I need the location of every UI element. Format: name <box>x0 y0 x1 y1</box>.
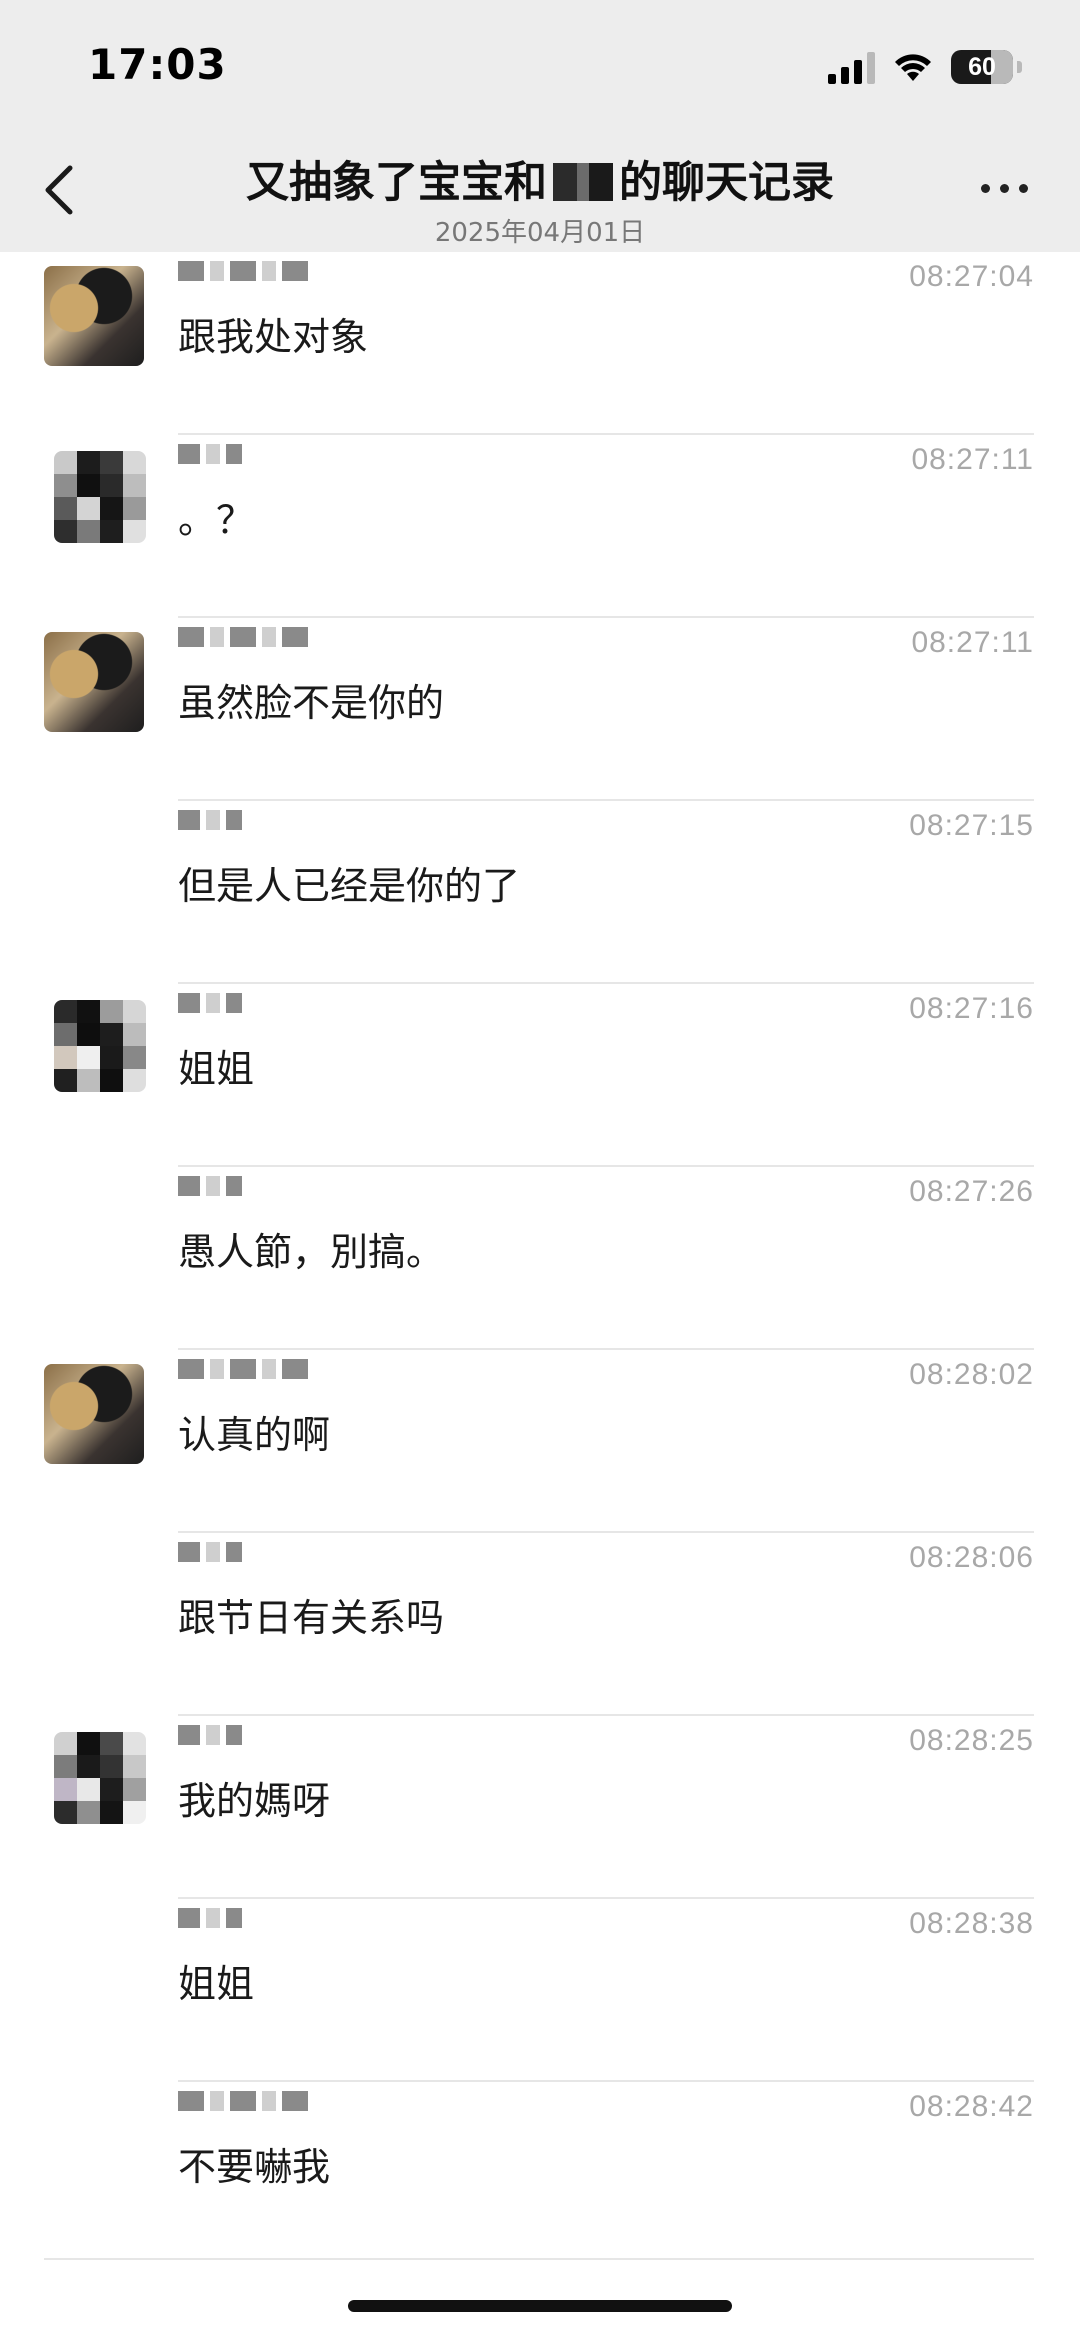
message-text: 愚人節，別搞。 <box>178 1230 445 1274</box>
message-row[interactable]: 08:27:16 姐姐 <box>0 984 1080 1167</box>
message-text: 我的媽呀 <box>178 1779 331 1823</box>
more-options-icon[interactable] <box>981 184 1028 193</box>
message-row[interactable]: 08:27:11 虽然脸不是你的 <box>0 618 1080 801</box>
message-text: 但是人已经是你的了 <box>178 864 521 908</box>
message-text: 。？ <box>178 498 255 542</box>
message-text: 虽然脸不是你的 <box>178 681 445 725</box>
message-time: 08:28:25 <box>909 1724 1034 1757</box>
chat-date: 2025年04月01日 <box>434 218 646 248</box>
message-time: 08:27:11 <box>911 443 1034 476</box>
redacted-sender-name <box>178 1358 378 1384</box>
redacted-sender-name <box>178 809 378 835</box>
message-text: 姐姐 <box>178 1047 255 1091</box>
avatar-pixelated[interactable] <box>54 1732 146 1824</box>
top-bar: 17:03 60 又抽象了宝宝和 的聊天记录 2025年04月01日 <box>0 0 1080 252</box>
message-time: 08:28:02 <box>909 1358 1034 1391</box>
message-row[interactable]: 08:27:26 愚人節，別搞。 <box>0 1167 1080 1350</box>
battery-icon: 60 <box>951 50 1013 84</box>
home-indicator[interactable] <box>348 2300 732 2312</box>
list-end-divider <box>44 2258 1034 2260</box>
status-icons: 60 <box>828 44 1022 90</box>
cellular-signal-icon <box>828 50 875 84</box>
redacted-sender-name <box>178 1907 378 1933</box>
title-left: 又抽象了宝宝和 <box>246 158 547 208</box>
redacted-sender-name <box>178 2090 378 2116</box>
avatar-photo[interactable] <box>44 266 144 366</box>
message-row[interactable]: 08:28:42 不要嚇我 <box>0 2082 1080 2265</box>
redacted-sender-name <box>178 1175 378 1201</box>
redacted-sender-name <box>178 992 378 1018</box>
redacted-name <box>553 163 613 201</box>
redacted-sender-name <box>178 1541 378 1567</box>
chat-title: 又抽象了宝宝和 的聊天记录 <box>150 148 930 210</box>
battery-tip <box>1017 61 1022 73</box>
message-text: 姐姐 <box>178 1962 255 2006</box>
title-right: 的聊天记录 <box>619 158 834 208</box>
message-list: 08:27:04 跟我处对象 08:27:11。？ 08:27:11 虽然脸不是你的 08… <box>0 252 1080 2265</box>
redacted-sender-name <box>178 626 378 652</box>
redacted-sender-name <box>178 260 378 286</box>
message-row[interactable]: 08:28:02 认真的啊 <box>0 1350 1080 1533</box>
message-row[interactable]: 08:28:38 姐姐 <box>0 1899 1080 2082</box>
message-time: 08:28:06 <box>909 1541 1034 1574</box>
message-row[interactable]: 08:28:06 跟节日有关系吗 <box>0 1533 1080 1716</box>
message-row[interactable]: 08:27:04 跟我处对象 <box>0 252 1080 435</box>
status-time: 17:03 <box>88 40 227 89</box>
message-row[interactable]: 08:27:15 但是人已经是你的了 <box>0 801 1080 984</box>
message-row[interactable]: 08:28:25 我的媽呀 <box>0 1716 1080 1899</box>
avatar-photo[interactable] <box>44 1364 144 1464</box>
message-text: 跟节日有关系吗 <box>178 1596 445 1640</box>
message-text: 不要嚇我 <box>178 2145 331 2189</box>
message-row[interactable]: 08:27:11 。？ <box>0 435 1080 618</box>
back-arrow-icon[interactable] <box>40 160 80 220</box>
message-time: 08:27:11 <box>911 626 1034 659</box>
message-time: 08:27:04 <box>909 260 1034 293</box>
message-time: 08:27:26 <box>909 1175 1034 1208</box>
redacted-sender-name <box>178 1724 378 1750</box>
avatar-pixelated[interactable] <box>54 1000 146 1092</box>
message-time: 08:27:15 <box>909 809 1034 842</box>
redacted-sender-name <box>178 443 378 469</box>
message-time: 08:27:16 <box>909 992 1034 1025</box>
avatar-pixelated[interactable] <box>54 451 146 543</box>
wifi-icon <box>895 54 931 81</box>
chat-title-block: 又抽象了宝宝和 的聊天记录 2025年04月01日 <box>150 148 930 249</box>
battery-level: 60 <box>968 52 996 81</box>
avatar-photo[interactable] <box>44 632 144 732</box>
message-text: 跟我处对象 <box>178 315 369 359</box>
message-time: 08:28:42 <box>909 2090 1034 2123</box>
message-text: 认真的啊 <box>178 1413 331 1457</box>
message-time: 08:28:38 <box>909 1907 1034 1940</box>
